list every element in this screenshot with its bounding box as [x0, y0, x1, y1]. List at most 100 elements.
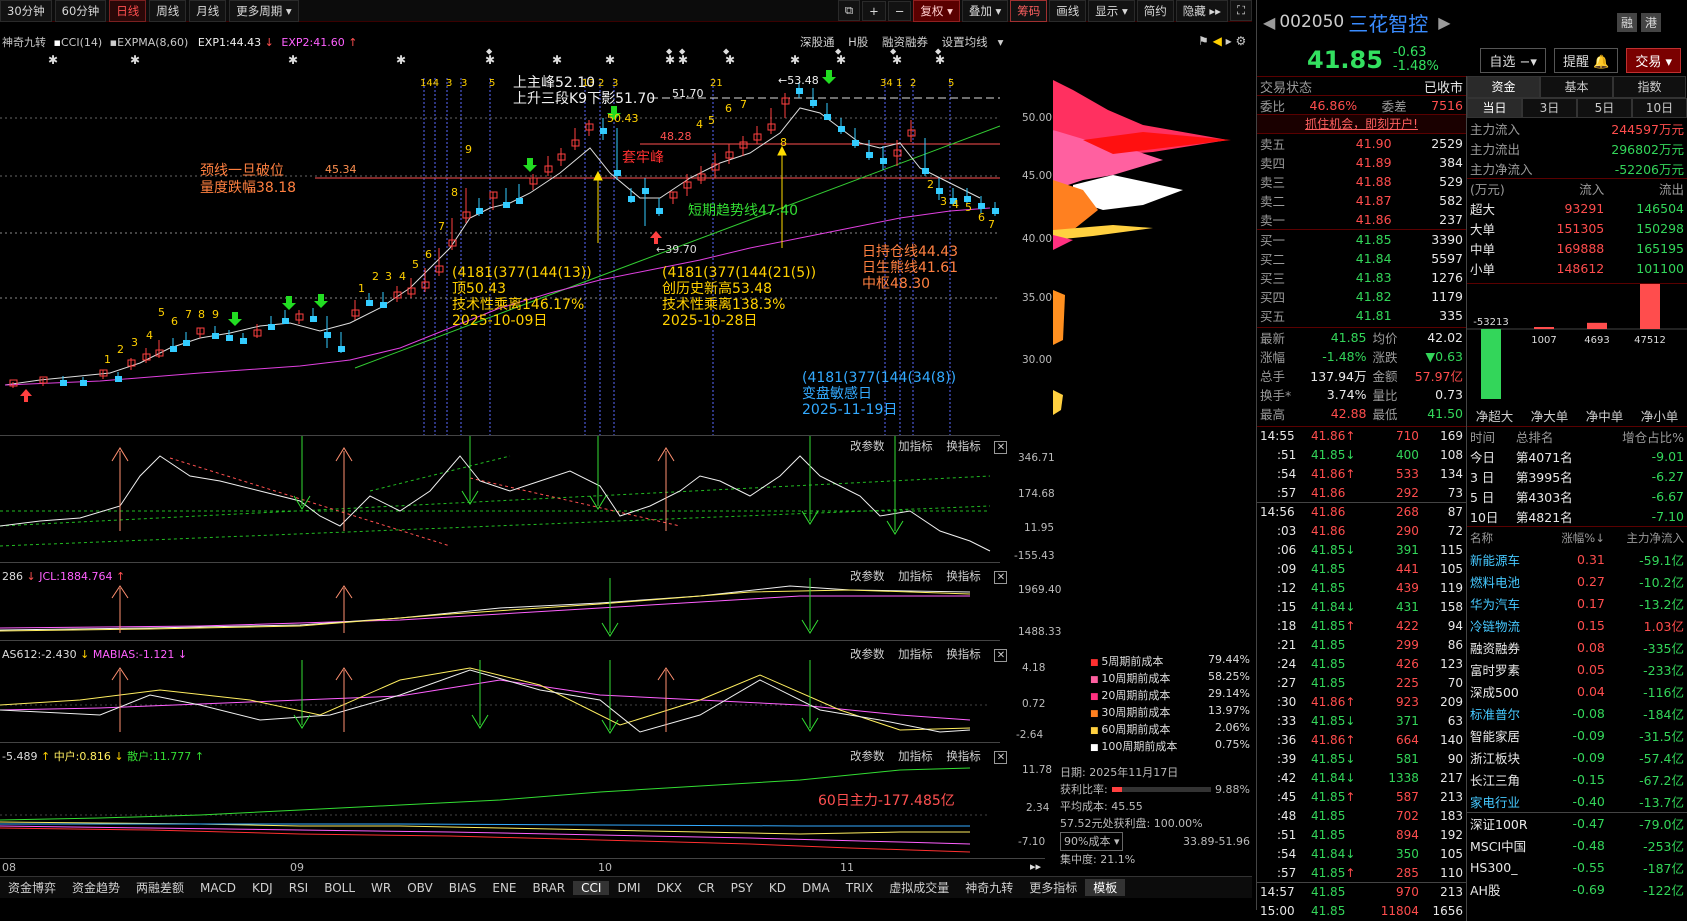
p3-switch-indicator[interactable]: 换指标	[946, 647, 981, 661]
panel3-chart[interactable]	[0, 660, 1000, 742]
window-icon[interactable]: ⧉	[837, 0, 861, 21]
sector-header-cell[interactable]: 涨幅%↓	[1546, 527, 1608, 549]
indicator-tab[interactable]: PSY	[723, 881, 761, 895]
chips-button[interactable]: 筹码	[1010, 0, 1048, 22]
link-hshare[interactable]: H股	[848, 35, 868, 49]
flag-icon[interactable]: ⚑	[1198, 34, 1209, 48]
indicator-tab[interactable]: RSI	[281, 881, 317, 895]
sector-name: 燃料电池	[1470, 575, 1521, 590]
candle-body	[600, 128, 607, 134]
period-30min[interactable]: 30分钟	[0, 0, 52, 22]
scroll-right-icon[interactable]: ▸▸	[1030, 860, 1041, 873]
period-more[interactable]: 更多周期 ▾	[229, 0, 299, 22]
sector-row[interactable]: 深成500 0.04 -116亿	[1467, 681, 1687, 703]
fund-period-tab[interactable]: 当日	[1467, 98, 1522, 118]
fund-tab[interactable]: 资金	[1467, 76, 1540, 98]
indicator-tab[interactable]: TRIX	[838, 881, 881, 895]
sector-row[interactable]: 标准普尔 -0.08 -184亿	[1467, 703, 1687, 725]
indicator-tab[interactable]: CCI	[573, 880, 610, 895]
hide-button[interactable]: 隐藏 ▸▸	[1175, 0, 1228, 22]
overlay-button[interactable]: 叠加 ▾	[961, 0, 1009, 22]
cci-chart[interactable]	[0, 436, 1000, 561]
display-button[interactable]: 显示 ▾	[1088, 0, 1135, 22]
box4-line3: 2025-11-19日	[802, 402, 898, 418]
fullscreen-icon[interactable]: ⛶	[1229, 0, 1252, 21]
indicator-tab[interactable]: KD	[761, 881, 794, 895]
prev-stock-icon[interactable]: ◀	[1263, 13, 1275, 32]
indicator-tab[interactable]: 虚拟成交量	[881, 879, 957, 896]
zoom-in-icon[interactable]: +	[862, 0, 886, 21]
fund-period-tab[interactable]: 10日	[1632, 98, 1687, 118]
tick-price-cell: 41.85	[1308, 902, 1369, 921]
indicator-tab[interactable]: DMA	[794, 881, 838, 895]
sector-row[interactable]: 深证100R -0.47 -79.0亿	[1467, 812, 1687, 835]
indicator-tab[interactable]: KDJ	[244, 881, 281, 895]
sector-row[interactable]: AH股 -0.69 -122亿	[1467, 879, 1687, 901]
alert-button[interactable]: 提醒 🔔	[1553, 47, 1619, 73]
simple-button[interactable]: 简约	[1136, 0, 1174, 22]
pointer-icon[interactable]: ◀	[1213, 34, 1222, 48]
period-daily[interactable]: 日线	[109, 0, 147, 22]
sector-row[interactable]: 富时罗素 0.05 -233亿	[1467, 659, 1687, 681]
annotation-stage3-value: 51.70	[672, 87, 704, 100]
link-sgt[interactable]: 深股通	[800, 35, 835, 49]
panel2-chart[interactable]	[0, 578, 1000, 640]
link-margin[interactable]: 融资融券	[882, 35, 928, 49]
sector-row[interactable]: 燃料电池 0.27 -10.2亿	[1467, 571, 1687, 593]
bids-row: 买二 41.84 5597	[1257, 249, 1466, 268]
link-ma-settings[interactable]: 设置均线	[942, 35, 988, 49]
sector-row[interactable]: 新能源车 0.31 -59.1亿	[1467, 549, 1687, 571]
open-account-promo[interactable]: 抓住机会，即刻开户!	[1257, 114, 1466, 133]
adjust-button[interactable]: 复权 ▾	[913, 0, 960, 22]
indicator-tab[interactable]: DMI	[609, 881, 648, 895]
indicator-tab[interactable]: DKX	[649, 881, 690, 895]
fund-period-tab[interactable]: 3日	[1522, 98, 1577, 118]
indicator-tab[interactable]: BRAR	[525, 881, 574, 895]
sector-row[interactable]: 浙江板块 -0.09 -57.4亿	[1467, 747, 1687, 769]
arrow-icon[interactable]: ▸	[1226, 34, 1232, 48]
sector-row[interactable]: 融资融券 0.08 -335亿	[1467, 637, 1687, 659]
indicator-tab[interactable]: 神奇九转	[957, 879, 1021, 896]
fund-tab[interactable]: 指数	[1613, 76, 1686, 98]
quote-label: 最新	[1260, 331, 1286, 346]
sector-row[interactable]: HS300_ -0.55 -187亿	[1467, 857, 1687, 879]
indicator-tab[interactable]: OBV	[399, 881, 441, 895]
period-monthly[interactable]: 月线	[189, 0, 227, 22]
indicator-tab[interactable]: 资金博弈	[0, 879, 64, 896]
fund-period-tab[interactable]: 5日	[1577, 98, 1632, 118]
indicator-tab[interactable]: BIAS	[441, 881, 485, 895]
indicator-tab[interactable]: 资金趋势	[64, 879, 128, 896]
tick-count: 119	[1440, 581, 1463, 595]
indicator-tab[interactable]: BOLL	[316, 881, 363, 895]
draw-button[interactable]: 画线	[1049, 0, 1087, 22]
indicator-tab[interactable]: ENE	[484, 881, 524, 895]
tick-up-icon: ↑	[1345, 695, 1356, 709]
indicator-tab[interactable]: MACD	[192, 881, 244, 895]
sector-row[interactable]: MSCI中国 -0.48 -253亿	[1467, 835, 1687, 857]
zoom-out-icon[interactable]: −	[887, 0, 912, 21]
sector-row[interactable]: 家电行业 -0.40 -13.7亿	[1467, 791, 1687, 813]
p4-note: 60日主力-177.485亿	[818, 793, 955, 809]
cost-range: 33.89-51.96	[1183, 835, 1250, 848]
sector-row[interactable]: 华为汽车 0.17 -13.2亿	[1467, 593, 1687, 615]
indicator-tab[interactable]: WR	[363, 881, 399, 895]
sector-row[interactable]: 长江三角 -0.15 -67.2亿	[1467, 769, 1687, 791]
indicator-tab[interactable]: 模板	[1085, 879, 1126, 896]
diff-label: 委差	[1381, 98, 1407, 114]
sector-row[interactable]: 冷链物流 0.15 1.03亿	[1467, 615, 1687, 637]
trade-button[interactable]: 交易 ▾	[1626, 47, 1681, 73]
period-weekly[interactable]: 周线	[149, 0, 187, 22]
period-60min[interactable]: 60分钟	[54, 0, 107, 22]
next-stock-icon[interactable]: ▶	[1438, 13, 1450, 32]
watchlist-button[interactable]: 自选 −▾	[1480, 47, 1546, 73]
p3-add-indicator[interactable]: 加指标	[898, 647, 933, 661]
fund-tab[interactable]: 基本	[1540, 76, 1613, 98]
gear-icon[interactable]: ⚙	[1236, 34, 1247, 48]
sector-row[interactable]: 智能家居 -0.09 -31.5亿	[1467, 725, 1687, 747]
indicator-tab[interactable]: 更多指标	[1021, 879, 1085, 896]
indicator-tab[interactable]: CR	[690, 881, 723, 895]
p3-edit-params[interactable]: 改参数	[850, 647, 885, 661]
adjust-label: 复权	[920, 3, 944, 18]
indicator-tab[interactable]: 两融差额	[128, 879, 192, 896]
cost-select[interactable]: 90%成本 ▾	[1060, 832, 1124, 851]
